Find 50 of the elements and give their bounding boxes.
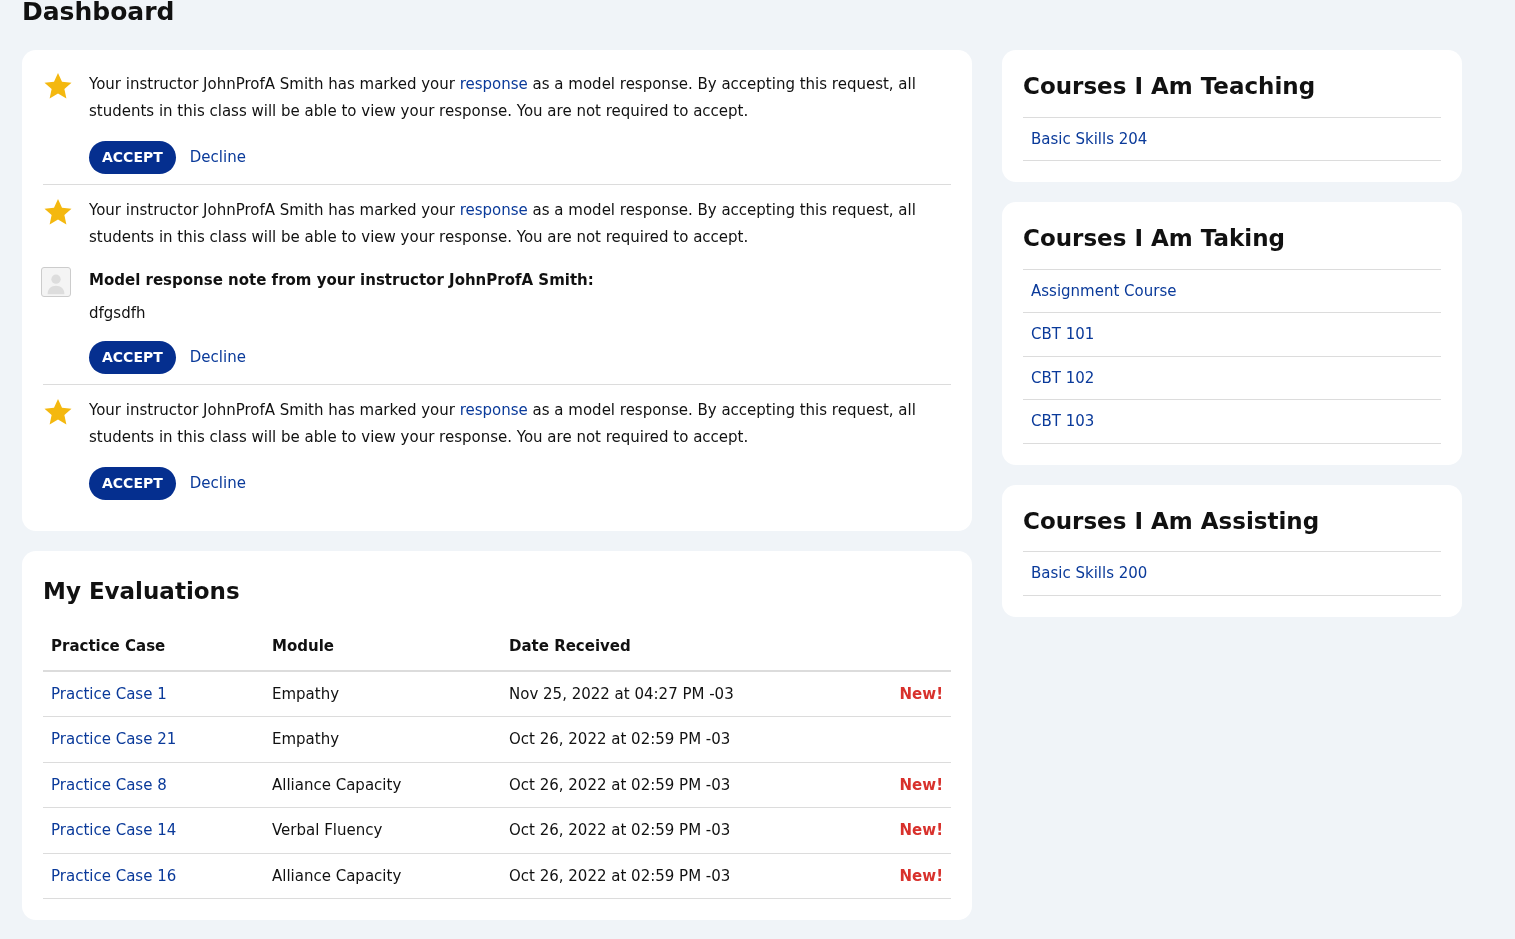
- column-header: Practice Case: [43, 627, 264, 671]
- notification-text: Your instructor JohnProfA Smith has marked your response as a model response. By accepting this request, all students in this class will be able to view your response. You are not required to accept.: [89, 399, 917, 448]
- practice-case-link[interactable]: Practice Case 8: [51, 775, 167, 794]
- accept-button[interactable]: ACCEPT: [89, 141, 176, 174]
- table-cell: Nov 25, 2022 at 04:27 PM -03: [501, 670, 871, 717]
- table-cell: Empathy: [264, 716, 501, 763]
- section-heading: My Evaluations: [43, 577, 241, 606]
- response-link[interactable]: response: [459, 201, 528, 219]
- course-link[interactable]: Basic Skills 200: [1023, 551, 1441, 595]
- practice-case-link[interactable]: Practice Case 21: [51, 730, 177, 749]
- notification-text: Your instructor JohnProfA Smith has marked your response as a model response. By accepting this request, all students in this class will be able to view your response. You are not required to accept.: [89, 74, 917, 122]
- course-link[interactable]: Basic Skills 204: [1023, 116, 1441, 161]
- new-label: New!: [899, 866, 943, 885]
- table-cell: Oct 26, 2022 at 02:59 PM -03: [501, 807, 871, 854]
- table-cell: Verbal Fluency: [264, 807, 501, 854]
- practice-case-link[interactable]: Practice Case 16: [51, 866, 177, 885]
- table-cell: Empathy: [264, 670, 501, 717]
- note-heading: Model response note from your instructor JohnProfA Smith:: [89, 270, 594, 291]
- section-heading: Courses I Am Taking: [1023, 225, 1286, 253]
- decline-link[interactable]: Decline: [175, 345, 260, 369]
- avatar-icon: [41, 267, 71, 297]
- course-link[interactable]: CBT 101: [1023, 312, 1441, 356]
- response-link[interactable]: response: [459, 75, 528, 93]
- new-label: New!: [899, 775, 943, 794]
- practice-case-link[interactable]: Practice Case 14: [51, 821, 177, 840]
- new-label: New!: [899, 684, 943, 703]
- note-text: dfgsdfh: [89, 303, 147, 324]
- notification-text: Your instructor JohnProfA Smith has marked your response as a model response. By accepting this request, all students in this class will be able to view your response. You are not required to accept.: [89, 200, 917, 248]
- response-link[interactable]: response: [459, 400, 528, 419]
- star-icon: [43, 71, 73, 101]
- table-cell: Alliance Capacity: [264, 853, 501, 899]
- table-cell: Oct 26, 2022 at 02:59 PM -03: [501, 853, 871, 899]
- course-link[interactable]: CBT 103: [1023, 399, 1441, 443]
- decline-link[interactable]: Decline: [175, 146, 260, 169]
- accept-button[interactable]: ACCEPT: [89, 340, 176, 374]
- course-link[interactable]: CBT 102: [1023, 355, 1441, 400]
- table-cell: Oct 26, 2022 at 02:59 PM -03: [501, 762, 871, 808]
- page-title: Dashboard: [21, 0, 176, 28]
- section-heading: Courses I Am Assisting: [1023, 507, 1321, 536]
- new-label: New!: [899, 821, 943, 840]
- decline-link[interactable]: Decline: [175, 471, 260, 495]
- accept-button[interactable]: ACCEPT: [89, 466, 176, 500]
- section-heading: Courses I Am Teaching: [1023, 73, 1317, 101]
- practice-case-link[interactable]: Practice Case 1: [51, 684, 167, 703]
- table-cell: Alliance Capacity: [264, 762, 501, 808]
- course-link[interactable]: Assignment Course: [1023, 268, 1441, 313]
- column-header: Module: [264, 627, 501, 671]
- column-header: Date Received: [501, 627, 871, 671]
- table-cell: Oct 26, 2022 at 02:59 PM -03: [501, 716, 871, 763]
- star-icon: [43, 197, 73, 227]
